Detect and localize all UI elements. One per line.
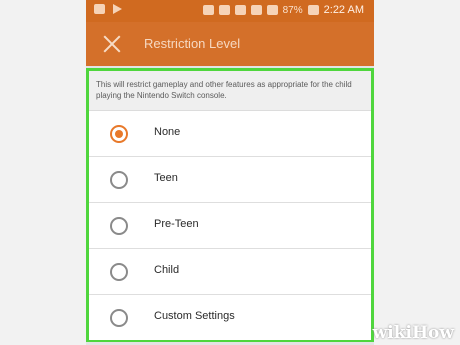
option-label: Pre-Teen — [154, 218, 199, 230]
option-custom-settings[interactable]: Custom Settings — [89, 295, 371, 340]
status-bar: 87% 2:22 AM — [86, 0, 374, 22]
nfc-icon — [234, 5, 246, 15]
radio-icon[interactable] — [110, 217, 128, 235]
phone-screen: 87% 2:22 AM Restriction Level This will … — [86, 0, 374, 345]
restriction-level-panel: This will restrict gameplay and other fe… — [86, 68, 374, 342]
gallery-icon — [94, 4, 105, 14]
option-child[interactable]: Child — [89, 249, 371, 295]
close-icon[interactable] — [102, 34, 122, 54]
option-pre-teen[interactable]: Pre-Teen — [89, 203, 371, 249]
option-teen[interactable]: Teen — [89, 157, 371, 203]
sim-icon — [202, 5, 214, 15]
send-icon — [113, 4, 122, 14]
wifi-icon — [250, 5, 262, 15]
battery-icon — [307, 5, 319, 15]
radio-icon[interactable] — [110, 263, 128, 281]
signal-icon — [266, 5, 278, 15]
radio-icon[interactable] — [110, 171, 128, 189]
option-label: Child — [154, 264, 180, 276]
radio-selected-icon[interactable] — [110, 125, 128, 143]
option-none[interactable]: None — [89, 111, 371, 157]
bluetooth-icon — [218, 5, 230, 15]
description-text: This will restrict gameplay and other fe… — [89, 71, 371, 111]
radio-icon[interactable] — [110, 309, 128, 327]
clock: 2:22 AM — [323, 4, 364, 16]
option-label: None — [154, 126, 181, 138]
page-title: Restriction Level — [144, 36, 241, 51]
app-bar: Restriction Level — [86, 22, 374, 66]
wikihow-watermark: wikiHow — [372, 323, 454, 343]
option-label: Custom Settings — [154, 310, 235, 322]
option-label: Teen — [154, 172, 178, 184]
battery-level: 87% — [282, 4, 303, 16]
